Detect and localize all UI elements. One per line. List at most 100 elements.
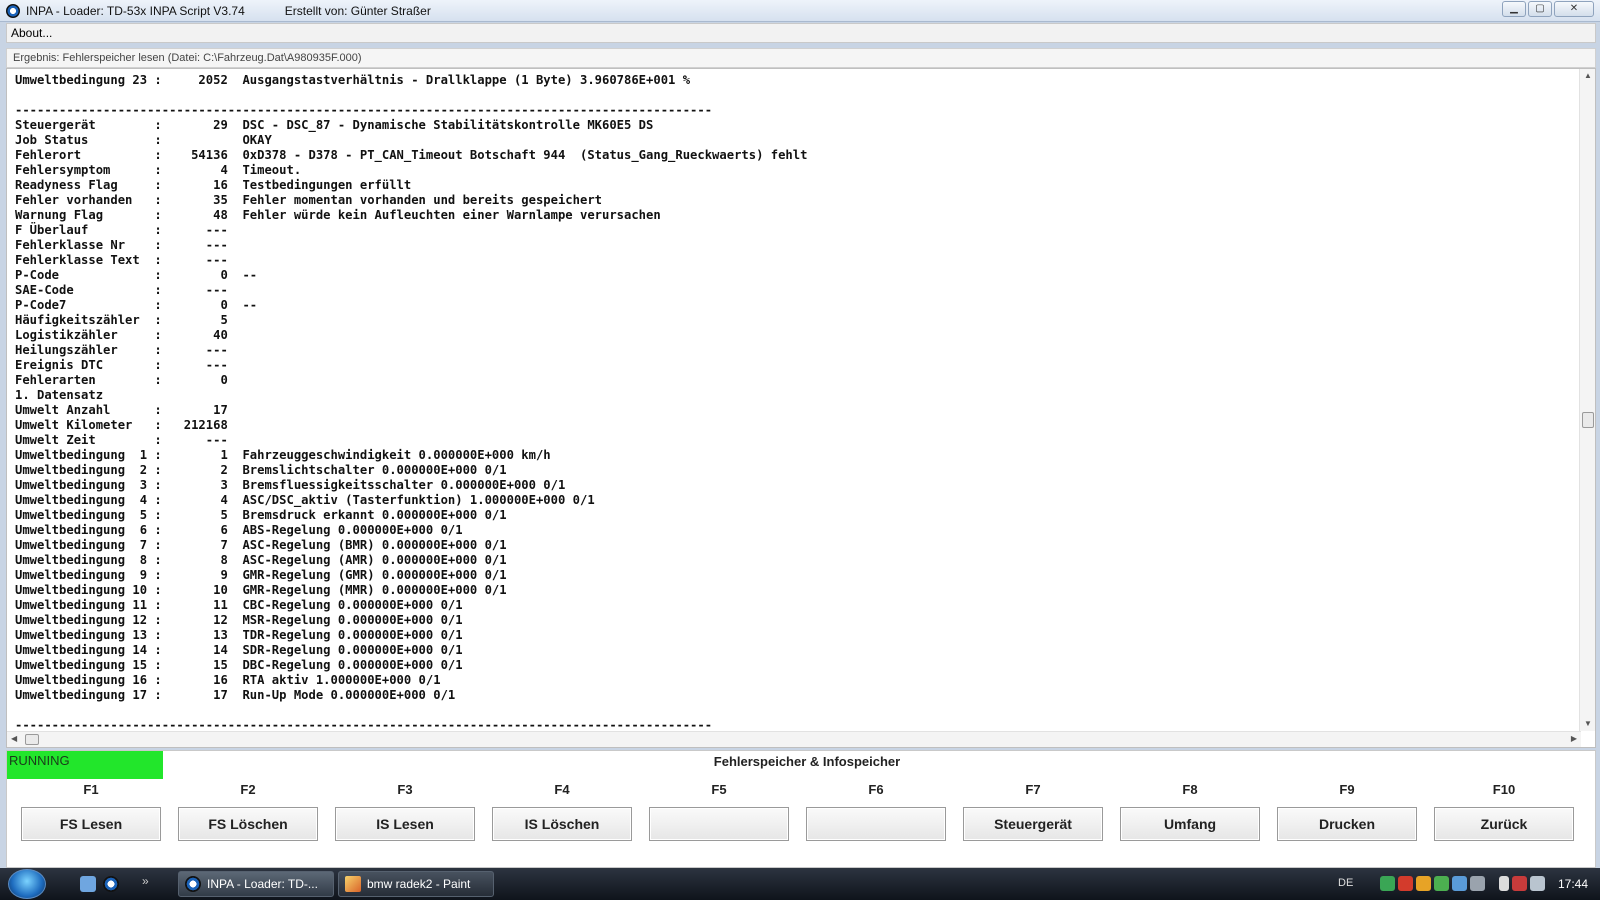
output-line: Fehlerklasse Text : ---	[15, 253, 228, 267]
clock[interactable]: 17:44	[1558, 877, 1588, 891]
fkey-label-f7: F7	[1025, 782, 1041, 797]
output-line: Fehlerort : 54136 0xD378 - D378 - PT_CAN…	[15, 148, 808, 162]
output-line: Umwelt Zeit : ---	[15, 433, 228, 447]
output-line: Fehler vorhanden : 35 Fehler momentan vo…	[15, 193, 602, 207]
umfang-button[interactable]: Umfang	[1120, 807, 1260, 841]
status-indicator: RUNNING	[7, 751, 163, 779]
tray-display-icon[interactable]	[1470, 876, 1485, 891]
output-line: Umweltbedingung 23 : 2052 Ausgangstastve…	[15, 73, 691, 87]
output-line: Logistikzähler : 40	[15, 328, 228, 342]
output-line: Warnung Flag : 48 Fehler würde kein Aufl…	[15, 208, 661, 222]
horizontal-scrollbar[interactable]: ◀ ▶	[7, 731, 1581, 747]
output-line: Job Status : OKAY	[15, 133, 272, 147]
output-line: Umweltbedingung 7 : 7 ASC-Regelung (BMR)…	[15, 538, 507, 552]
scroll-right-icon[interactable]: ▶	[1571, 734, 1577, 743]
output-line: 1. Datensatz	[15, 388, 104, 402]
tray-device-icon[interactable]	[1452, 876, 1467, 891]
vertical-scrollbar[interactable]: ▲ ▼	[1579, 69, 1595, 731]
language-indicator[interactable]: DE	[1338, 877, 1353, 889]
tray-battery-icon[interactable]	[1499, 876, 1509, 891]
output-line: F Überlauf : ---	[15, 223, 228, 237]
tray-download-icon[interactable]	[1434, 876, 1449, 891]
output-line: Umweltbedingung 16 : 16 RTA aktiv 1.0000…	[15, 673, 441, 687]
vertical-scroll-thumb[interactable]	[1582, 412, 1594, 428]
fkey-label-f10: F10	[1492, 782, 1516, 797]
output-line: Umweltbedingung 13 : 13 TDR-Regelung 0.0…	[15, 628, 463, 642]
output-line: Umweltbedingung 2 : 2 Bremslichtschalter…	[15, 463, 507, 477]
is-loeschen-button[interactable]: IS Löschen	[492, 807, 632, 841]
window-titlebar: INPA - Loader: TD-53x INPA Script V3.74 …	[0, 0, 1600, 22]
tray-security-icon[interactable]	[1512, 876, 1527, 891]
menu-about[interactable]: About...	[11, 26, 52, 40]
minimize-button[interactable]: ▁	[1502, 1, 1526, 17]
fkey-label-f2: F2	[240, 782, 256, 797]
scroll-left-icon[interactable]: ◀	[11, 734, 17, 743]
output-line: Umweltbedingung 17 : 17 Run-Up Mode 0.00…	[15, 688, 456, 702]
output-line: P-Code7 : 0 --	[15, 298, 258, 312]
steuergeraet-button[interactable]: Steuergerät	[963, 807, 1103, 841]
output-line: Umweltbedingung 1 : 1 Fahrzeuggeschwindi…	[15, 448, 551, 462]
output-line: P-Code : 0 --	[15, 268, 258, 282]
fs-loeschen-button[interactable]: FS Löschen	[178, 807, 318, 841]
tray-update-icon[interactable]	[1416, 876, 1431, 891]
output-line: Fehlerklasse Nr : ---	[15, 238, 228, 252]
output-line: Fehlerarten : 0	[15, 373, 228, 387]
section-title: Fehlerspeicher & Infospeicher	[713, 754, 901, 769]
inpa-quicklaunch-icon[interactable]	[103, 876, 119, 892]
output-panel: Umweltbedingung 23 : 2052 Ausgangstastve…	[6, 68, 1596, 748]
output-line: Umweltbedingung 5 : 5 Bremsdruck erkannt…	[15, 508, 507, 522]
fkey-label-f4: F4	[554, 782, 570, 797]
f6-button[interactable]	[806, 807, 946, 841]
paint-icon	[345, 876, 361, 892]
output-line: Umweltbedingung 8 : 8 ASC-Regelung (AMR)…	[15, 553, 507, 567]
output-line: Ereignis DTC : ---	[15, 358, 228, 372]
output-line: Steuergerät : 29 DSC - DSC_87 - Dynamisc…	[15, 118, 654, 132]
tray-antivirus-icon[interactable]	[1398, 876, 1413, 891]
output-line: Umweltbedingung 3 : 3 Bremsfluessigkeits…	[15, 478, 566, 492]
maximize-button[interactable]: ▢	[1528, 1, 1552, 17]
tray-volume-icon[interactable]	[1530, 876, 1545, 891]
scroll-up-icon[interactable]: ▲	[1583, 71, 1593, 81]
menu-bar: About...	[6, 23, 1596, 43]
tray-network-icon[interactable]	[1380, 876, 1395, 891]
output-text: Umweltbedingung 23 : 2052 Ausgangstastve…	[15, 73, 1575, 733]
window-author: Erstellt von: Günter Straßer	[284, 3, 431, 18]
task-paint[interactable]: bmw radek2 - Paint	[338, 871, 494, 897]
start-button[interactable]	[8, 869, 46, 899]
fkey-label-f9: F9	[1339, 782, 1355, 797]
system-tray	[1380, 876, 1545, 891]
window-controls: ▁ ▢ ✕	[1502, 1, 1594, 17]
is-lesen-button[interactable]: IS Lesen	[335, 807, 475, 841]
output-line: Heilungszähler : ---	[15, 343, 228, 357]
task-inpa[interactable]: INPA - Loader: TD-...	[178, 871, 334, 897]
fs-lesen-button[interactable]: FS Lesen	[21, 807, 161, 841]
fkey-label-f6: F6	[868, 782, 884, 797]
horizontal-scroll-thumb[interactable]	[25, 734, 39, 745]
inpa-icon	[185, 876, 201, 892]
close-button[interactable]: ✕	[1554, 1, 1594, 17]
fkey-label-f1: F1	[83, 782, 99, 797]
task-inpa-label: INPA - Loader: TD-...	[207, 877, 318, 891]
output-line: Umweltbedingung 10 : 10 GMR-Regelung (MM…	[15, 583, 507, 597]
fkey-label-f8: F8	[1182, 782, 1198, 797]
output-line: Umwelt Kilometer : 212168	[15, 418, 228, 432]
scroll-down-icon[interactable]: ▼	[1583, 719, 1593, 729]
output-line: Häufigkeitszähler : 5	[15, 313, 228, 327]
output-line: Umweltbedingung 9 : 9 GMR-Regelung (GMR)…	[15, 568, 507, 582]
output-line: SAE-Code : ---	[15, 283, 228, 297]
window-title: INPA - Loader: TD-53x INPA Script V3.74	[26, 3, 245, 18]
quicklaunch-overflow-icon[interactable]: »	[142, 874, 149, 888]
taskbar: » INPA - Loader: TD-... bmw radek2 - Pai…	[0, 868, 1600, 900]
drucken-button[interactable]: Drucken	[1277, 807, 1417, 841]
output-line: Umweltbedingung 14 : 14 SDR-Regelung 0.0…	[15, 643, 463, 657]
function-key-panel: RUNNING Fehlerspeicher & Infospeicher F1…	[6, 750, 1596, 868]
task-paint-label: bmw radek2 - Paint	[367, 877, 471, 891]
show-desktop-icon[interactable]	[80, 876, 96, 892]
zurueck-button[interactable]: Zurück	[1434, 807, 1574, 841]
output-line: Umweltbedingung 12 : 12 MSR-Regelung 0.0…	[15, 613, 463, 627]
f5-button[interactable]	[649, 807, 789, 841]
bmw-logo-icon	[6, 3, 20, 18]
fkey-label-f3: F3	[397, 782, 413, 797]
